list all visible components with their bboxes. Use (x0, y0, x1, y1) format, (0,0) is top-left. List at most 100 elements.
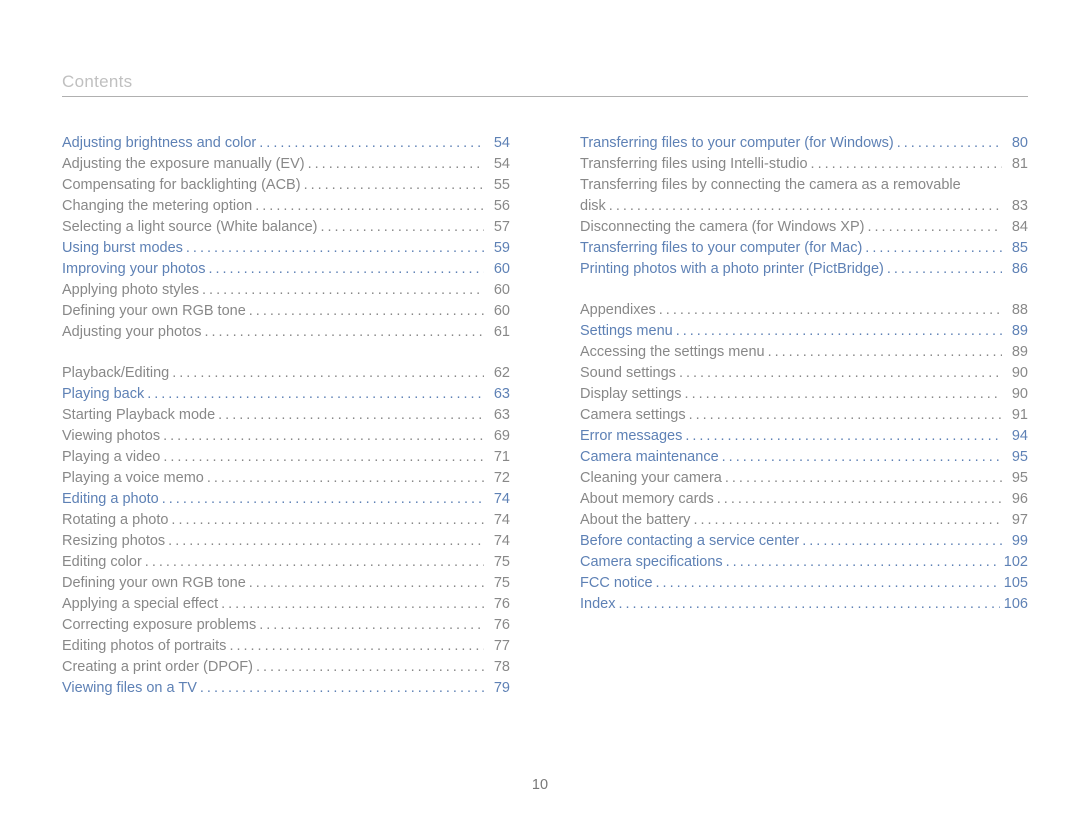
toc-columns: Adjusting brightness and color..........… (62, 133, 1028, 699)
toc-entry-page: 54 (484, 154, 510, 175)
toc-entry[interactable]: Defining your own RGB tone..............… (62, 573, 510, 594)
toc-entry-label: Playing a voice memo (62, 468, 204, 489)
toc-entry-page: 89 (1002, 321, 1028, 342)
toc-entry[interactable]: Editing color...........................… (62, 552, 510, 573)
toc-entry[interactable]: Selecting a light source (White balance)… (62, 217, 510, 238)
toc-entry[interactable]: Creating a print order (DPOF)...........… (62, 657, 510, 678)
toc-entry[interactable]: Printing photos with a photo printer (Pi… (580, 259, 1028, 280)
toc-dots: ........................................… (246, 301, 484, 322)
toc-entry-label: Display settings (580, 384, 682, 405)
toc-entry[interactable]: disk ...................................… (580, 196, 1028, 217)
toc-section-heading[interactable]: Appendixes..............................… (580, 300, 1028, 321)
toc-entry[interactable]: Defining your own RGB tone..............… (62, 301, 510, 322)
toc-dots: ........................................… (201, 322, 484, 343)
toc-entry[interactable]: Transferring ﬁles to your computer (for … (580, 133, 1028, 154)
toc-dots: ........................................… (305, 154, 484, 175)
toc-entry[interactable]: Adjusting the exposure manually (EV)....… (62, 154, 510, 175)
toc-entry[interactable]: Sound settings..........................… (580, 363, 1028, 384)
toc-entry-label: Cleaning your camera (580, 468, 722, 489)
toc-dots: ........................................… (690, 510, 1002, 531)
toc-entry[interactable]: Playing a voice memo....................… (62, 468, 510, 489)
toc-entry-label: Using burst modes (62, 238, 183, 259)
toc-entry[interactable]: Viewing ﬁles on a TV....................… (62, 678, 510, 699)
toc-entry[interactable]: FCC notice..............................… (580, 573, 1028, 594)
toc-dots: ........................................… (218, 594, 484, 615)
toc-entry[interactable]: Index...................................… (580, 594, 1028, 615)
toc-entry-label: Changing the metering option (62, 196, 252, 217)
toc-dots: ........................................… (799, 531, 1002, 552)
toc-entry[interactable]: Camera speciﬁcations....................… (580, 552, 1028, 573)
toc-entry[interactable]: Disconnecting the camera (for Windows XP… (580, 217, 1028, 238)
toc-entry-page: 74 (484, 489, 510, 510)
toc-entry[interactable]: Cleaning your camera....................… (580, 468, 1028, 489)
toc-entry[interactable]: Applying a special effect...............… (62, 594, 510, 615)
toc-entry[interactable]: Before contacting a service center......… (580, 531, 1028, 552)
toc-entry-label: disk (580, 196, 606, 217)
toc-dots: ........................................… (144, 384, 484, 405)
toc-section-heading[interactable]: Playback/Editing........................… (62, 363, 510, 384)
toc-entry[interactable]: Settings menu...........................… (580, 321, 1028, 342)
toc-left-column: Adjusting brightness and color..........… (62, 133, 510, 699)
toc-entry[interactable]: Camera maintenance......................… (580, 447, 1028, 468)
toc-dots: ........................................… (894, 133, 1002, 154)
toc-entry-page: 86 (1002, 259, 1028, 280)
toc-entry[interactable]: Adjusting brightness and color..........… (62, 133, 510, 154)
toc-entry-label: Accessing the settings menu (580, 342, 765, 363)
toc-entry-page: 57 (484, 217, 510, 238)
toc-entry-page: 90 (1002, 363, 1028, 384)
toc-entry-label: FCC notice (580, 573, 653, 594)
toc-entry-page: 97 (1002, 510, 1028, 531)
toc-entry-label: Sound settings (580, 363, 676, 384)
toc-entry[interactable]: Rotating a photo........................… (62, 510, 510, 531)
toc-entry[interactable]: Display settings........................… (580, 384, 1028, 405)
toc-entry-page: 55 (484, 175, 510, 196)
toc-entry-label: Applying photo styles (62, 280, 199, 301)
toc-entry[interactable]: Correcting exposure problems............… (62, 615, 510, 636)
toc-entry[interactable]: Resizing photos.........................… (62, 531, 510, 552)
toc-entry[interactable]: Editing a photo.........................… (62, 489, 510, 510)
toc-entry-label: Defining your own RGB tone (62, 301, 246, 322)
toc-dots: ........................................… (765, 342, 1002, 363)
toc-entry-label: Resizing photos (62, 531, 165, 552)
toc-entry-label: Starting Playback mode (62, 405, 215, 426)
toc-entry[interactable]: Transferring ﬁles to your computer (for … (580, 238, 1028, 259)
toc-dots: ........................................… (160, 426, 484, 447)
toc-entry[interactable]: Adjusting your photos...................… (62, 322, 510, 343)
toc-entry[interactable]: Transferring files by connecting the cam… (580, 175, 1028, 196)
toc-entry-page: 78 (484, 657, 510, 678)
toc-entry[interactable]: About the battery.......................… (580, 510, 1028, 531)
toc-dots: ........................................… (165, 531, 484, 552)
toc-dots: ........................................… (318, 217, 485, 238)
toc-entry-page: 60 (484, 280, 510, 301)
toc-entry-label: Appendixes (580, 300, 656, 321)
toc-entry[interactable]: Playing back............................… (62, 384, 510, 405)
toc-dots: ........................................… (256, 133, 484, 154)
toc-entry-page: 63 (484, 384, 510, 405)
toc-entry[interactable]: Camera settings.........................… (580, 405, 1028, 426)
toc-entry-page: 59 (484, 238, 510, 259)
toc-entry[interactable]: Editing photos of portraits.............… (62, 636, 510, 657)
toc-entry[interactable]: Applying photo styles...................… (62, 280, 510, 301)
toc-entry-page: 75 (484, 573, 510, 594)
toc-entry[interactable]: About memory cards......................… (580, 489, 1028, 510)
toc-entry-label: Camera speciﬁcations (580, 552, 723, 573)
toc-entry[interactable]: Changing the metering option............… (62, 196, 510, 217)
toc-entry[interactable]: Compensating for backlighting (ACB).....… (62, 175, 510, 196)
toc-entry[interactable]: Viewing photos..........................… (62, 426, 510, 447)
toc-entry[interactable]: Improving your photos...................… (62, 259, 510, 280)
toc-entry-page: 76 (484, 615, 510, 636)
toc-entry[interactable]: Using burst modes.......................… (62, 238, 510, 259)
toc-dots: ........................................… (160, 447, 484, 468)
toc-entry[interactable]: Starting Playback mode..................… (62, 405, 510, 426)
toc-entry-page: 96 (1002, 489, 1028, 510)
toc-dots: ........................................… (808, 154, 1002, 175)
toc-dots: ........................................… (862, 238, 1002, 259)
page-header: Contents (62, 72, 1028, 92)
toc-entry[interactable]: Playing a video.........................… (62, 447, 510, 468)
toc-entry[interactable]: Transferring files using Intelli-studio.… (580, 154, 1028, 175)
toc-entry[interactable]: Error messages..........................… (580, 426, 1028, 447)
toc-entry-label: Applying a special effect (62, 594, 218, 615)
toc-dots: ........................................… (686, 405, 1002, 426)
toc-entry-label: Correcting exposure problems (62, 615, 256, 636)
toc-entry[interactable]: Accessing the settings menu.............… (580, 342, 1028, 363)
